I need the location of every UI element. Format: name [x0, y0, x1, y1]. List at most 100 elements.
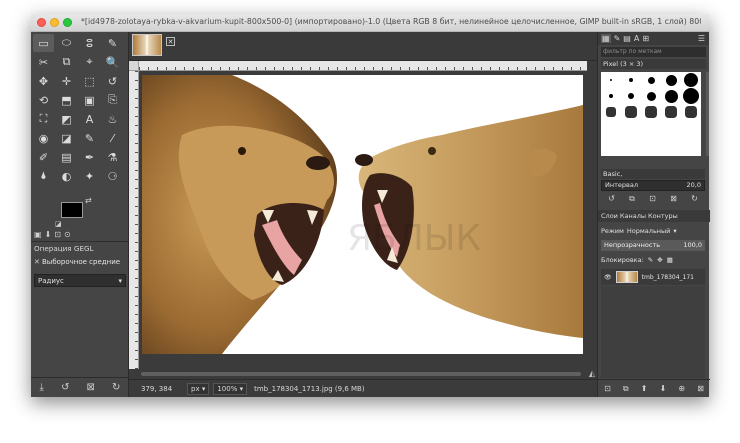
tool-button[interactable]: ✐ — [33, 148, 54, 166]
brush-action-icon[interactable]: ↻ — [691, 194, 698, 206]
dock-tab-icon[interactable]: ⊞ — [642, 34, 649, 43]
radius-combo[interactable]: Радиус ▾ — [34, 274, 126, 287]
brush-preset[interactable] — [665, 74, 677, 86]
opacity-field[interactable]: Непрозрачность 100,0 — [601, 240, 705, 251]
tool-button[interactable]: ▤ — [56, 148, 77, 166]
close-icon[interactable]: ✕ — [34, 258, 42, 266]
dock-tab-icon[interactable]: A — [634, 34, 639, 43]
tool-button[interactable]: ⬚ — [79, 72, 100, 90]
minimize-window-button[interactable] — [50, 18, 59, 27]
tool-button[interactable]: ⬒ — [56, 91, 77, 109]
brush-preset[interactable] — [628, 93, 634, 99]
option-row[interactable]: ✕ Выборочное средние — [34, 256, 126, 268]
mode-value[interactable]: Нормальный — [627, 227, 670, 235]
brush-action-icon[interactable]: ↺ — [608, 194, 615, 206]
brush-action-icon[interactable]: ⧉ — [629, 194, 635, 206]
navigate-icon[interactable]: ◭ — [587, 369, 597, 379]
tool-options-tab[interactable]: ⊙ — [64, 230, 71, 239]
brush-preset[interactable] — [683, 88, 699, 104]
tool-options-tab[interactable]: ⬇ — [45, 230, 52, 239]
tool-button[interactable]: ◩ — [56, 110, 77, 128]
tool-button[interactable]: ⬭ — [56, 34, 77, 52]
tool-button[interactable]: A — [79, 110, 100, 128]
horizontal-ruler[interactable] — [139, 61, 587, 71]
tool-button[interactable]: ✎ — [79, 129, 100, 147]
brush-preset[interactable] — [609, 94, 613, 98]
tool-button[interactable]: ✛ — [56, 72, 77, 90]
layer-tab[interactable]: Слои — [601, 212, 618, 220]
layer-action-icon[interactable]: ⊕ — [678, 384, 685, 393]
mode-row[interactable]: Режим Нормальный ▾ — [601, 225, 705, 236]
tool-button[interactable]: ⵓ — [79, 34, 100, 52]
brush-preset[interactable] — [625, 106, 637, 118]
tool-button[interactable]: ⧉ — [56, 53, 77, 71]
lock-pixels-icon[interactable]: ✎ — [648, 256, 653, 264]
lock-alpha-icon[interactable]: ▦ — [667, 256, 673, 264]
tool-button[interactable]: ✦ — [79, 167, 100, 185]
brush-preset-select[interactable]: Basic, — [601, 169, 705, 179]
tool-button[interactable]: ⎘ — [102, 91, 123, 109]
unit-select[interactable]: px ▾ — [187, 382, 210, 395]
brush-grid[interactable] — [601, 72, 701, 156]
tool-options-tab[interactable]: ⊡ — [54, 230, 61, 239]
image-tab-thumbnail[interactable] — [132, 34, 162, 56]
tool-button[interactable]: ⟲ — [33, 91, 54, 109]
tool-button[interactable]: ⚗ — [102, 148, 123, 166]
tool-options-tab[interactable]: ▣ — [34, 230, 42, 239]
dock-tab-icon[interactable]: ▦ — [601, 34, 611, 43]
tool-button[interactable]: 🔍 — [102, 53, 123, 71]
toolbox-action-icon[interactable]: ↻ — [112, 382, 120, 393]
ruler-corner[interactable] — [129, 61, 139, 71]
dock-tab-icon[interactable]: ▤ — [623, 34, 631, 43]
close-window-button[interactable] — [37, 18, 46, 27]
tool-button[interactable]: ▭ — [33, 34, 54, 52]
tool-button[interactable]: ⚆ — [102, 167, 123, 185]
tool-button[interactable]: ⌖ — [79, 53, 100, 71]
brush-action-icon[interactable]: ⊠ — [670, 194, 677, 206]
tool-button[interactable]: ◪ — [56, 129, 77, 147]
tool-button[interactable]: ↺ — [102, 72, 123, 90]
tool-button[interactable]: ♨ — [102, 110, 123, 128]
tool-button[interactable]: ◐ — [56, 167, 77, 185]
layer-action-icon[interactable]: ⬆ — [641, 384, 648, 393]
toolbox-action-icon[interactable]: ⤓ — [40, 382, 44, 393]
zoom-select[interactable]: 100% ▾ — [213, 382, 248, 395]
close-image-tab-icon[interactable]: ✕ — [166, 37, 175, 46]
layer-action-icon[interactable]: ⊠ — [697, 384, 704, 393]
brush-preset[interactable] — [606, 107, 616, 117]
layer-item[interactable]: 👁 tmb_178304_171 — [601, 269, 705, 285]
tool-button[interactable]: ✎ — [102, 34, 123, 52]
horizontal-scrollbar[interactable] — [139, 369, 587, 379]
image-canvas[interactable]: ЯБЛЫК — [142, 75, 583, 354]
spacing-field[interactable]: Интервал 20,0 — [601, 180, 705, 191]
layer-tab[interactable]: Каналы — [620, 212, 646, 220]
brush-preset[interactable] — [646, 91, 656, 101]
tool-button[interactable]: ◉ — [33, 129, 54, 147]
brush-preset[interactable] — [647, 76, 655, 84]
brush-preset[interactable] — [684, 73, 698, 87]
layer-action-icon[interactable]: ⊡ — [604, 384, 611, 393]
maximize-window-button[interactable] — [63, 18, 72, 27]
layer-action-icon[interactable]: ⬇ — [660, 384, 667, 393]
tool-button[interactable]: ✂ — [33, 53, 54, 71]
brush-preset[interactable] — [610, 79, 612, 81]
tool-button[interactable]: ⛶ — [33, 110, 54, 128]
vertical-scrollbar[interactable] — [587, 71, 597, 369]
layer-action-icon[interactable]: ⧉ — [623, 384, 629, 394]
lock-position-icon[interactable]: ✥ — [657, 256, 662, 264]
eye-icon[interactable]: 👁 — [604, 274, 612, 281]
tool-button[interactable]: ✒ — [79, 148, 100, 166]
vertical-ruler[interactable] — [129, 71, 139, 369]
horizontal-scroll-thumb[interactable] — [141, 372, 581, 376]
dock-menu-icon[interactable]: ☰ — [698, 34, 705, 43]
brush-action-icon[interactable]: ⊡ — [649, 194, 656, 206]
brush-filter-input[interactable]: фильтр по меткам — [601, 47, 706, 57]
brush-preset[interactable] — [645, 106, 657, 118]
toolbox-action-icon[interactable]: ⊠ — [87, 382, 95, 393]
dock-tab-icon[interactable]: ✎ — [614, 34, 621, 43]
swap-colors-icon[interactable]: ⇄ — [85, 196, 92, 205]
tool-button[interactable]: ✥ — [33, 72, 54, 90]
tool-button[interactable]: 🌢 — [33, 167, 54, 185]
brush-scrollbar[interactable] — [706, 72, 709, 156]
brush-preset[interactable] — [664, 89, 678, 103]
